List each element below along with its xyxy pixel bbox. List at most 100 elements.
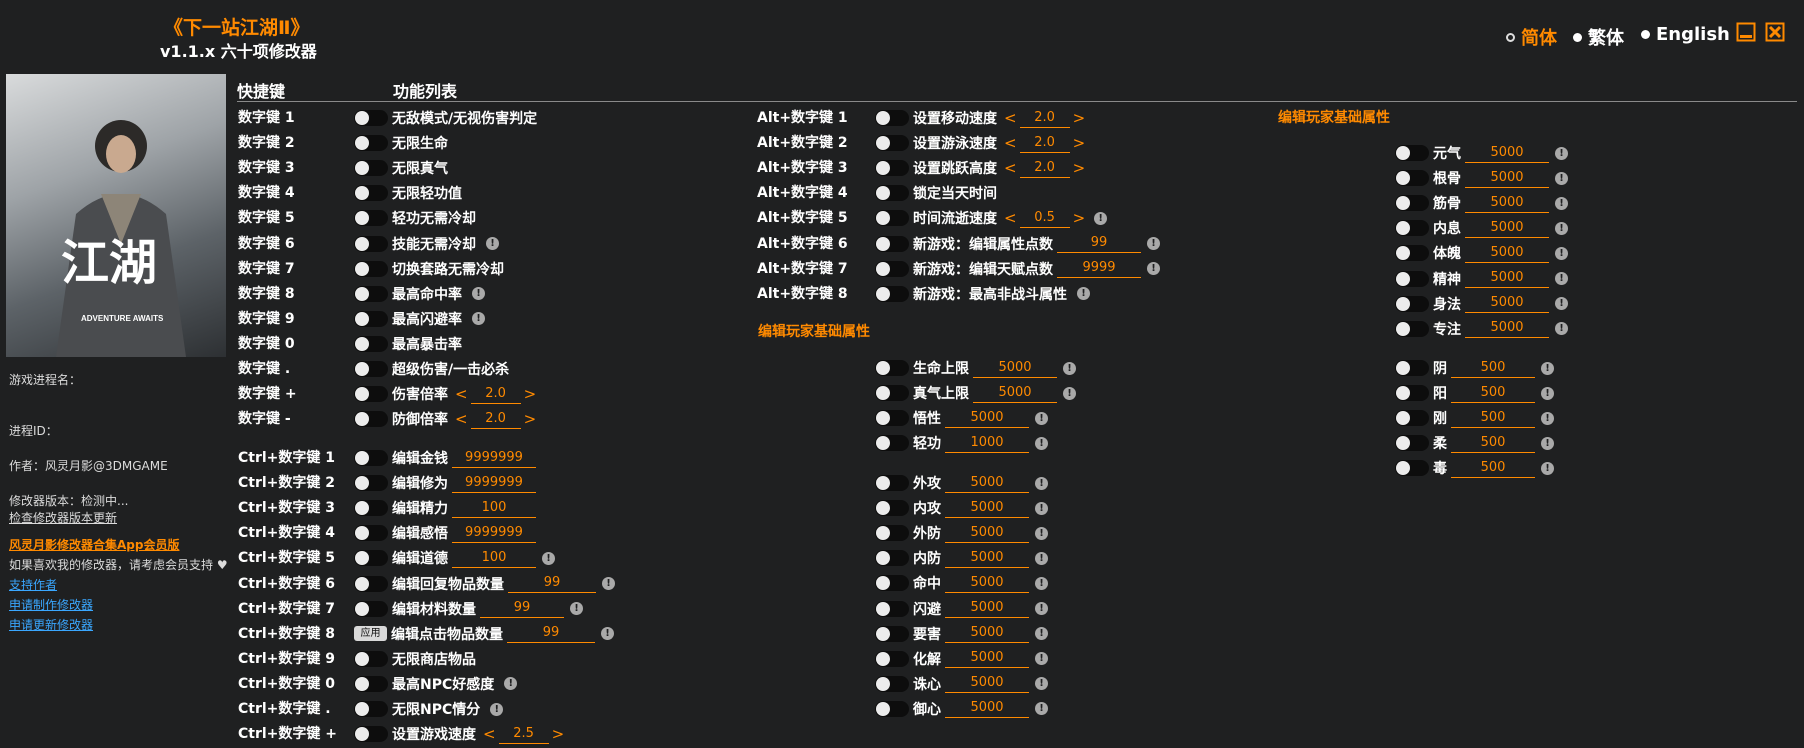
request-update-link[interactable]: 申请更新修改器	[9, 616, 93, 633]
info-icon[interactable]: !	[1094, 211, 1108, 225]
toggle-switch[interactable]	[354, 600, 388, 617]
value-input[interactable]: 2.0	[1019, 134, 1070, 153]
value-input[interactable]: 99	[1057, 234, 1141, 253]
value-input[interactable]: 99	[507, 624, 595, 644]
info-icon[interactable]: !	[1035, 652, 1048, 666]
increase-arrow-icon[interactable]: >	[1070, 159, 1089, 177]
value-input[interactable]: 5000	[1465, 194, 1549, 213]
toggle-switch[interactable]	[875, 550, 909, 567]
app-promo-link[interactable]: 风灵月影修改器合集App会员版	[9, 536, 179, 553]
info-icon[interactable]: !	[1541, 361, 1554, 375]
value-input[interactable]: 5000	[945, 524, 1029, 543]
value-input[interactable]: 500	[1451, 459, 1535, 478]
toggle-switch[interactable]	[354, 475, 388, 492]
toggle-switch[interactable]	[354, 310, 388, 327]
toggle-switch[interactable]	[875, 110, 909, 126]
info-icon[interactable]: !	[1077, 287, 1090, 301]
info-icon[interactable]: !	[1035, 551, 1048, 565]
toggle-switch[interactable]	[1395, 360, 1429, 376]
toggle-switch[interactable]	[354, 185, 388, 202]
info-icon[interactable]: !	[601, 627, 614, 641]
decrease-arrow-icon[interactable]: <	[480, 725, 499, 743]
info-icon[interactable]: !	[1035, 602, 1048, 615]
info-icon[interactable]: !	[1035, 627, 1048, 641]
value-input[interactable]: 5000	[945, 574, 1029, 593]
toggle-switch[interactable]	[875, 600, 909, 617]
value-input[interactable]: 2.5	[498, 725, 549, 744]
toggle-switch[interactable]	[875, 360, 909, 376]
info-icon[interactable]: !	[1035, 476, 1048, 490]
value-input[interactable]: 5000	[945, 474, 1029, 493]
value-input[interactable]: 2.0	[1019, 159, 1070, 178]
decrease-arrow-icon[interactable]: <	[452, 385, 471, 403]
value-input[interactable]: 5000	[945, 499, 1029, 518]
toggle-switch[interactable]	[1395, 270, 1429, 287]
toggle-switch[interactable]	[354, 450, 388, 466]
value-input[interactable]: 9999999	[452, 449, 536, 468]
toggle-switch[interactable]	[1395, 460, 1429, 477]
toggle-switch[interactable]	[354, 361, 388, 377]
decrease-arrow-icon[interactable]: <	[1001, 209, 1020, 227]
toggle-switch[interactable]	[875, 235, 909, 252]
decrease-arrow-icon[interactable]: <	[1001, 159, 1020, 177]
toggle-switch[interactable]	[875, 260, 909, 277]
info-icon[interactable]: !	[1035, 501, 1048, 515]
toggle-switch[interactable]	[354, 701, 388, 717]
info-icon[interactable]: !	[1555, 221, 1568, 235]
value-input[interactable]: 5000	[1465, 244, 1549, 263]
info-icon[interactable]: !	[504, 677, 518, 691]
toggle-switch[interactable]	[875, 435, 909, 452]
toggle-switch[interactable]	[1395, 320, 1429, 337]
value-input[interactable]: 5000	[1465, 219, 1549, 238]
value-input[interactable]: 99	[480, 599, 564, 619]
value-input[interactable]: 100	[452, 549, 536, 568]
check-update-link[interactable]: 检查修改器版本更新	[9, 509, 117, 526]
toggle-switch[interactable]	[875, 475, 909, 491]
value-input[interactable]: 5000	[945, 624, 1029, 644]
toggle-switch[interactable]	[875, 185, 909, 202]
info-icon[interactable]: !	[1063, 386, 1076, 400]
toggle-switch[interactable]	[875, 525, 909, 542]
minimize-button[interactable]	[1736, 22, 1756, 42]
value-input[interactable]: 5000	[945, 599, 1029, 618]
value-input[interactable]: 500	[1451, 384, 1535, 403]
apply-button[interactable]: 应用	[354, 626, 387, 642]
info-icon[interactable]: !	[1541, 436, 1554, 450]
info-icon[interactable]: !	[1555, 246, 1568, 260]
info-icon[interactable]: !	[1555, 146, 1568, 160]
info-icon[interactable]: !	[1555, 272, 1568, 285]
toggle-switch[interactable]	[875, 675, 909, 692]
info-icon[interactable]: !	[1555, 171, 1568, 185]
request-trainer-link[interactable]: 申请制作修改器	[9, 596, 93, 613]
decrease-arrow-icon[interactable]: <	[1001, 109, 1020, 127]
value-input[interactable]: 100	[452, 499, 536, 518]
toggle-switch[interactable]	[875, 500, 909, 517]
toggle-switch[interactable]	[875, 650, 909, 667]
toggle-switch[interactable]	[354, 675, 388, 692]
value-input[interactable]: 99	[508, 574, 596, 593]
info-icon[interactable]: !	[1541, 411, 1554, 425]
toggle-switch[interactable]	[354, 260, 388, 277]
toggle-switch[interactable]	[354, 650, 388, 667]
increase-arrow-icon[interactable]: >	[1070, 109, 1089, 127]
value-input[interactable]: 5000	[1465, 144, 1549, 163]
info-icon[interactable]: !	[1541, 461, 1554, 475]
info-icon[interactable]: !	[472, 287, 485, 301]
value-input[interactable]: 0.5	[1019, 209, 1070, 228]
info-icon[interactable]: !	[1555, 297, 1568, 311]
toggle-switch[interactable]	[1395, 435, 1429, 452]
value-input[interactable]: 5000	[973, 359, 1057, 378]
value-input[interactable]: 5000	[945, 674, 1029, 694]
value-input[interactable]: 2.0	[470, 385, 521, 404]
info-icon[interactable]: !	[1063, 361, 1076, 375]
toggle-switch[interactable]	[354, 386, 388, 403]
value-input[interactable]: 5000	[945, 699, 1029, 719]
info-icon[interactable]: !	[1555, 322, 1568, 336]
toggle-switch[interactable]	[1395, 385, 1429, 402]
toggle-switch[interactable]	[354, 575, 388, 592]
toggle-switch[interactable]	[354, 210, 388, 227]
lang-english[interactable]: English	[1641, 24, 1730, 45]
value-input[interactable]: 2.0	[1019, 109, 1070, 128]
lang-traditional[interactable]: 繁体	[1573, 24, 1624, 50]
value-input[interactable]: 5000	[1465, 169, 1549, 188]
